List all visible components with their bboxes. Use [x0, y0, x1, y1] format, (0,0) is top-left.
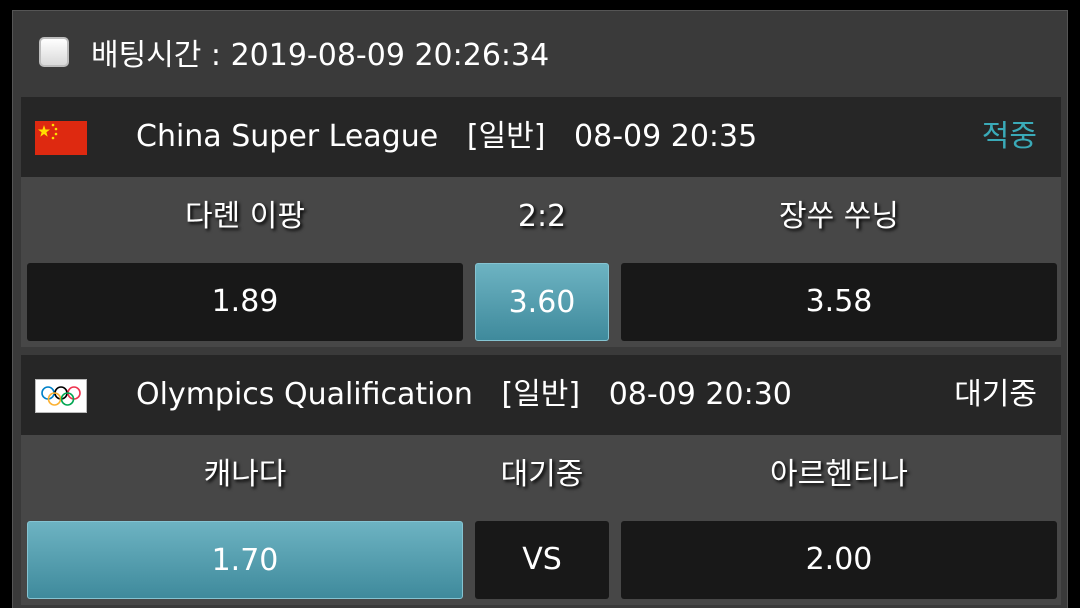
teams-row: 다롄 이팡 2:2 장쑤 쑤닝	[21, 177, 1061, 257]
bet-type: [일반]	[501, 377, 581, 412]
league-info: China Super League [일반] 08-09 20:35	[136, 97, 757, 177]
select-checkbox[interactable]	[39, 37, 69, 67]
away-odds-button[interactable]: 2.00	[621, 521, 1057, 599]
draw-odds-button[interactable]: 3.60	[475, 263, 609, 341]
league-row: China Super League [일반] 08-09 20:35 적중	[21, 97, 1061, 177]
league-row: Olympics Qualification [일반] 08-09 20:30 …	[21, 355, 1061, 435]
match-time: 08-09 20:35	[574, 119, 758, 154]
home-team: 다롄 이팡	[185, 199, 305, 234]
away-team: 장쑤 쑤닝	[779, 199, 899, 234]
match-card: Olympics Qualification [일반] 08-09 20:30 …	[21, 355, 1061, 605]
vs-label: VS	[475, 521, 609, 599]
home-odds-button[interactable]: 1.89	[27, 263, 463, 341]
china-flag-icon	[35, 121, 87, 155]
home-team: 캐나다	[203, 457, 287, 492]
match-status: 대기중	[500, 457, 584, 492]
status-badge: 대기중	[954, 377, 1037, 412]
league-name: China Super League	[136, 119, 439, 154]
league-info: Olympics Qualification [일반] 08-09 20:30	[136, 355, 792, 435]
away-odds-button[interactable]: 3.58	[621, 263, 1057, 341]
score: 2:2	[517, 199, 567, 234]
bet-header: 배팅시간 : 2019-08-09 20:26:34	[13, 11, 1067, 93]
match-card: China Super League [일반] 08-09 20:35 적중 다…	[21, 97, 1061, 347]
bet-slip-panel: 배팅시간 : 2019-08-09 20:26:34 China Super L…	[12, 10, 1068, 608]
olympic-rings-icon	[35, 379, 87, 413]
teams-row: 캐나다 대기중 아르헨티나	[21, 435, 1061, 515]
status-badge: 적중	[981, 119, 1037, 154]
bet-type: [일반]	[466, 119, 546, 154]
home-odds-button[interactable]: 1.70	[27, 521, 463, 599]
match-time: 08-09 20:30	[608, 377, 792, 412]
away-team: 아르헨티나	[770, 457, 908, 492]
league-name: Olympics Qualification	[136, 377, 473, 412]
bet-time: 배팅시간 : 2019-08-09 20:26:34	[91, 38, 550, 73]
